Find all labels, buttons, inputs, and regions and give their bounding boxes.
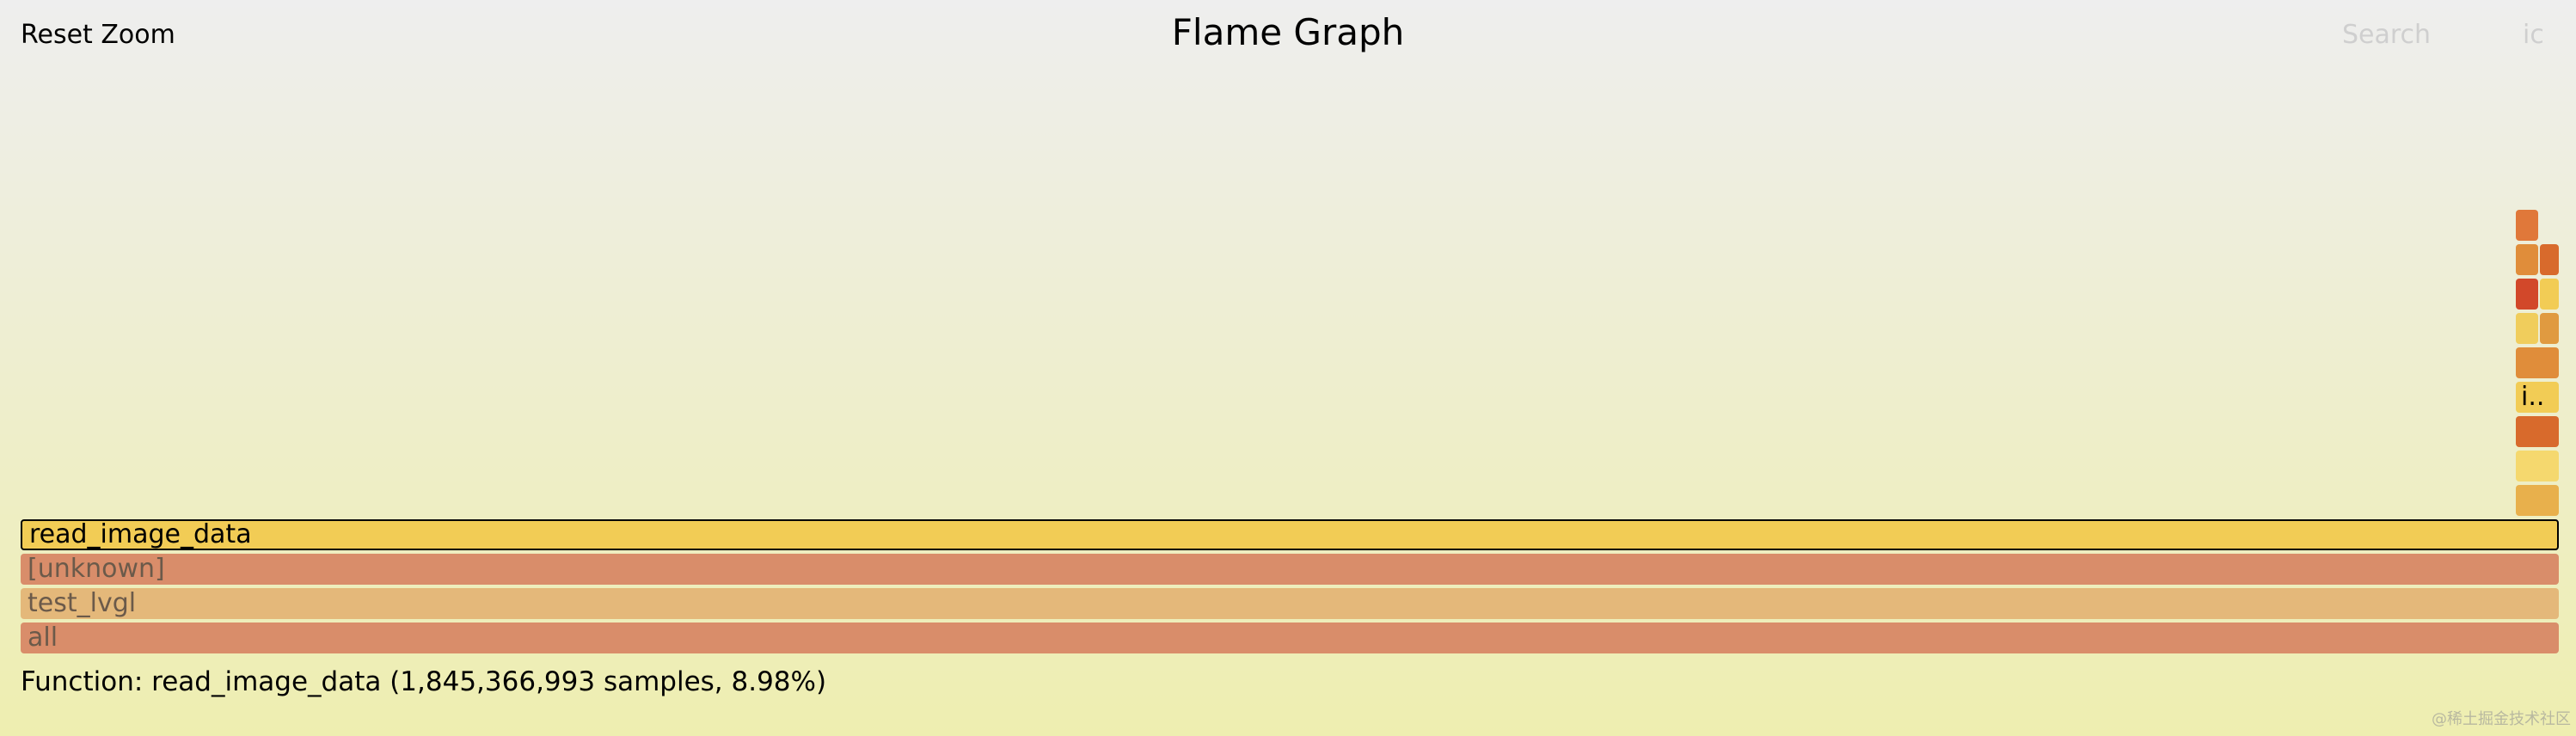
frame-label: i.. xyxy=(2521,382,2545,412)
frame-read-image-data[interactable]: read_image_data xyxy=(21,519,2559,550)
frame-small[interactable] xyxy=(2516,210,2538,241)
frame-small[interactable] xyxy=(2516,451,2559,481)
frame-small[interactable] xyxy=(2540,279,2559,310)
page-title: Flame Graph xyxy=(1171,11,1405,53)
frame-all[interactable]: all xyxy=(21,623,2559,653)
search-button[interactable]: Search xyxy=(2342,19,2431,52)
frame-small[interactable] xyxy=(2516,313,2538,344)
frame-small[interactable] xyxy=(2516,347,2559,378)
frame-label: test_lvgl xyxy=(28,588,137,618)
watermark: @稀土掘金技术社区 xyxy=(2432,710,2571,728)
frame-small[interactable] xyxy=(2516,416,2559,447)
frame-small-labeled[interactable]: i.. xyxy=(2516,382,2559,413)
frame-label: read_image_data xyxy=(29,519,252,549)
frame-small[interactable] xyxy=(2516,485,2559,516)
frame-small[interactable] xyxy=(2540,313,2559,344)
frame-small[interactable] xyxy=(2540,244,2559,275)
frame-label: all xyxy=(28,623,58,653)
frame-small[interactable] xyxy=(2516,279,2538,310)
frame-test-lvgl[interactable]: test_lvgl xyxy=(21,588,2559,619)
ignore-case-toggle[interactable]: ic xyxy=(2523,19,2544,52)
frame-unknown[interactable]: [unknown] xyxy=(21,554,2559,585)
frame-label: [unknown] xyxy=(28,554,165,584)
frame-small[interactable] xyxy=(2516,244,2538,275)
status-details: Function: read_image_data (1,845,366,993… xyxy=(21,666,827,697)
